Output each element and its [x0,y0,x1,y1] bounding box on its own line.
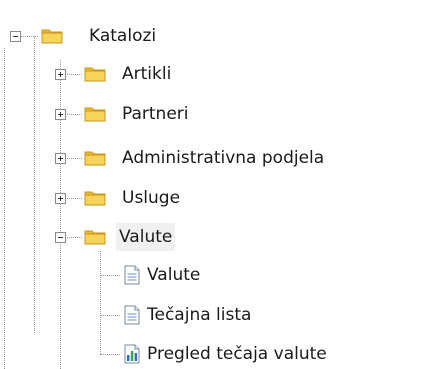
tree-leaf-pregled-tecaja-valute[interactable]: Pregled tečaja valute [120,340,430,368]
document-icon [124,305,140,325]
report-chart-icon [124,344,140,364]
collapse-toggle-icon[interactable] [55,232,66,243]
tree-line-valute-vertical [100,251,101,354]
tree-node-label: Artikli [122,64,172,84]
folder-icon [84,67,106,82]
tree-leaf-tecajna-lista[interactable]: Tečajna lista [120,301,340,329]
expand-toggle-icon[interactable] [55,109,66,120]
folder-icon [84,230,106,245]
tree-line-root-vertical [34,36,35,333]
expand-toggle-icon[interactable] [55,69,66,80]
tree-node-label: Partneri [122,104,189,124]
tree-node-valute[interactable]: Valute [50,223,250,251]
expand-toggle-icon[interactable] [55,193,66,204]
tree-leaf-valute[interactable]: Valute [120,261,280,289]
tree-node-usluge[interactable]: Usluge [50,184,250,212]
tree-node-administrativna-podjela[interactable]: Administrativna podjela [50,144,430,172]
tree-line-h [100,354,120,355]
tree-node-label: Usluge [122,188,181,208]
tree-leaf-label: Tečajna lista [147,305,252,325]
tree-leaf-label: Pregled tečaja valute [147,344,327,364]
tree-node-label: Katalozi [89,26,157,46]
folder-icon [84,107,106,122]
folder-icon [84,191,106,206]
document-icon [124,265,140,285]
tree-line-left-edge [4,48,5,369]
collapse-toggle-icon[interactable] [10,31,21,42]
tree-line-h [100,275,120,276]
tree-node-label: Administrativna podjela [122,148,325,168]
catalog-tree: Katalozi Artikli Partneri Administrativn… [0,0,437,369]
expand-toggle-icon[interactable] [55,153,66,164]
tree-node-label: Valute [116,223,176,251]
tree-node-katalozi[interactable]: Katalozi [0,22,240,50]
folder-icon [84,151,106,166]
tree-node-artikli[interactable]: Artikli [50,60,250,88]
tree-node-partneri[interactable]: Partneri [50,100,270,128]
folder-icon [41,29,63,44]
tree-leaf-label: Valute [147,265,201,285]
tree-line-h [100,315,120,316]
